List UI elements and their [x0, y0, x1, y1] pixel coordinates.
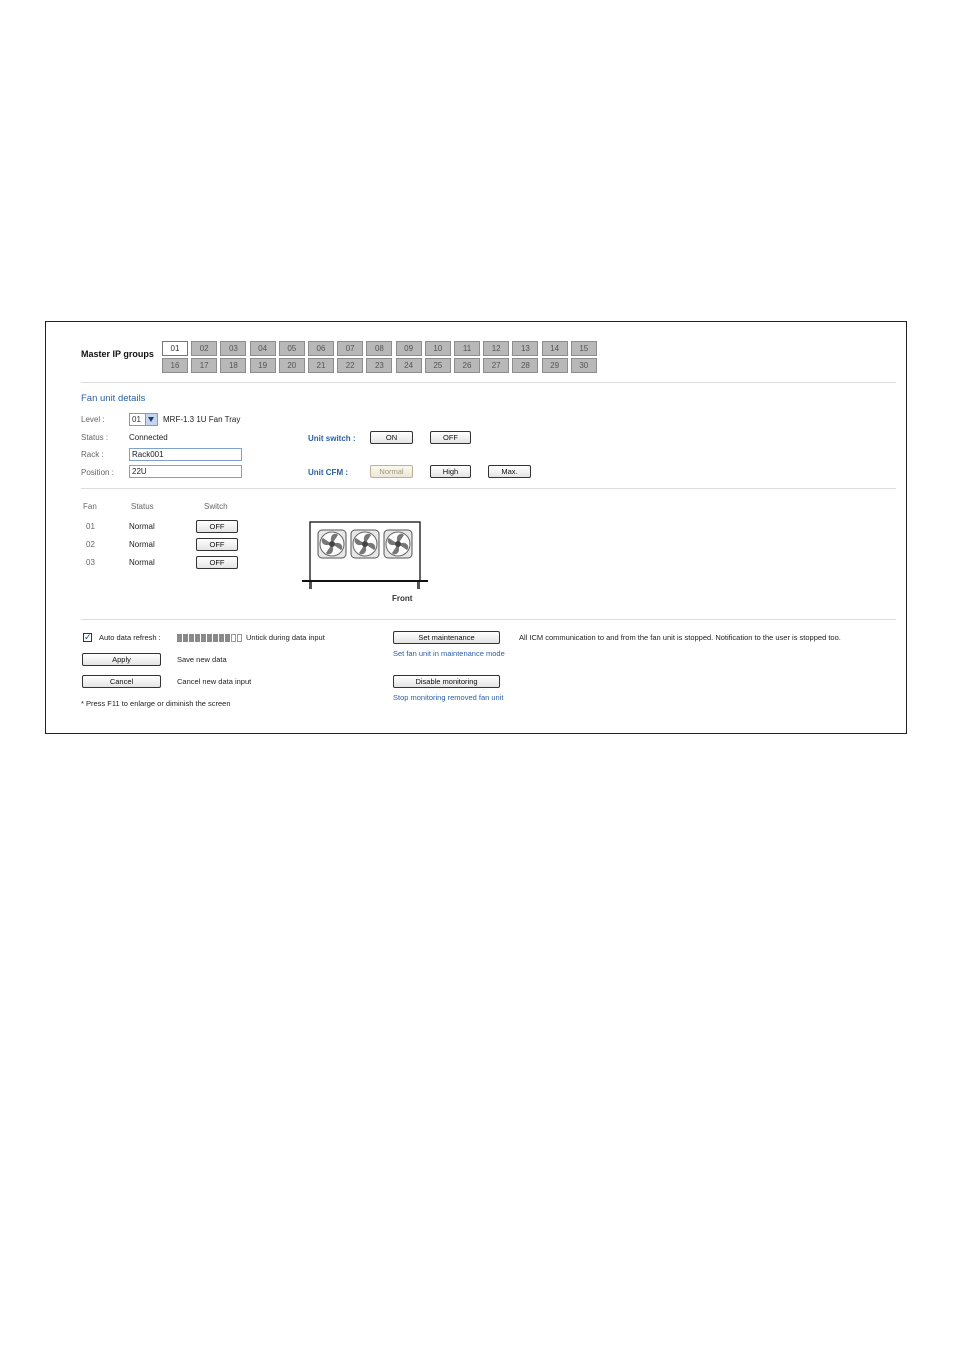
- ip-group-button-23[interactable]: 23: [366, 358, 393, 373]
- status-value: Connected: [129, 433, 168, 442]
- status-label: Status :: [81, 433, 109, 442]
- ip-group-button-09[interactable]: 09: [395, 341, 422, 356]
- progress-segment: [213, 634, 218, 642]
- ip-group-button-14[interactable]: 14: [541, 341, 568, 356]
- apply-button[interactable]: Apply: [82, 653, 161, 666]
- ip-group-button-25[interactable]: 25: [424, 358, 451, 373]
- ip-group-button-10[interactable]: 10: [424, 341, 451, 356]
- master-ip-groups-label: Master IP groups: [81, 349, 154, 359]
- ip-group-button-12[interactable]: 12: [483, 341, 510, 356]
- rack-input[interactable]: [129, 448, 242, 461]
- cancel-hint: Cancel new data input: [177, 677, 252, 686]
- fan-number: 02: [86, 540, 95, 549]
- maintenance-note: All ICM communication to and from the fa…: [519, 633, 841, 642]
- position-label: Position :: [81, 468, 114, 477]
- ip-group-button-18[interactable]: 18: [220, 358, 247, 373]
- ip-group-button-29[interactable]: 29: [541, 358, 568, 373]
- ip-group-button-26[interactable]: 26: [454, 358, 480, 373]
- fan-switch-button[interactable]: OFF: [196, 538, 238, 551]
- cfm-high-button[interactable]: High: [430, 465, 471, 478]
- fan-status: Normal: [129, 558, 155, 567]
- fan-icon: [350, 529, 380, 559]
- ip-group-button-21[interactable]: 21: [308, 358, 334, 373]
- progress-segment: [195, 634, 200, 642]
- untick-hint: Untick during data input: [246, 633, 325, 642]
- level-select[interactable]: 01: [129, 413, 158, 426]
- fan-status: Normal: [129, 540, 155, 549]
- unit-switch-on-button[interactable]: ON: [370, 431, 413, 444]
- switch-column-header: Switch: [204, 502, 228, 511]
- progress-segment: [231, 634, 236, 642]
- unit-cfm-label: Unit CFM :: [308, 468, 348, 477]
- ip-group-button-13[interactable]: 13: [512, 341, 539, 356]
- ip-group-button-15[interactable]: 15: [570, 341, 597, 356]
- fan-status: Normal: [129, 522, 155, 531]
- progress-segment: [183, 634, 188, 642]
- f11-note: * Press F11 to enlarge or diminish the s…: [81, 699, 231, 708]
- position-input[interactable]: [129, 465, 242, 478]
- cfm-normal-button[interactable]: Normal: [370, 465, 413, 478]
- ip-group-button-19[interactable]: 19: [249, 358, 276, 373]
- fan-column-header: Fan: [83, 502, 97, 511]
- progress-segment: [237, 634, 242, 642]
- fan-unit-panel: Master IP groups 01 02 03 04 05 06 07 08 09 10 11 1…: [45, 321, 907, 734]
- progress-segment: [189, 634, 194, 642]
- ip-group-button-16[interactable]: 16: [162, 358, 188, 373]
- progress-segment: [201, 634, 206, 642]
- progress-segment: [177, 634, 182, 642]
- level-label: Level :: [81, 415, 105, 424]
- ip-group-button-28[interactable]: 28: [512, 358, 539, 373]
- rack-label: Rack :: [81, 450, 104, 459]
- fan-switch-button[interactable]: OFF: [196, 520, 238, 533]
- fan-number: 01: [86, 522, 95, 531]
- ip-group-button-06[interactable]: 06: [308, 341, 334, 356]
- fan-unit-details-title: Fan unit details: [81, 393, 146, 404]
- ip-group-button-05[interactable]: 05: [278, 341, 305, 356]
- status-column-header: Status: [131, 502, 154, 511]
- divider: [81, 488, 896, 489]
- progress-segment: [207, 634, 212, 642]
- disable-monitoring-button[interactable]: Disable monitoring: [393, 675, 500, 688]
- chevron-down-icon[interactable]: [145, 414, 157, 425]
- progress-segment: [225, 634, 230, 642]
- ip-group-button-20[interactable]: 20: [278, 358, 305, 373]
- auto-refresh-label: Auto data refresh :: [99, 633, 161, 642]
- fan-model-text: MRF-1.3 1U Fan Tray: [163, 415, 241, 424]
- cfm-max-button[interactable]: Max.: [488, 465, 531, 478]
- ip-group-button-30[interactable]: 30: [570, 358, 597, 373]
- divider: [81, 619, 896, 620]
- ip-group-button-01[interactable]: 01: [162, 341, 188, 356]
- set-maintenance-link[interactable]: Set fan unit in maintenance mode: [393, 649, 505, 658]
- ip-group-button-08[interactable]: 08: [366, 341, 393, 356]
- divider: [81, 382, 896, 383]
- level-select-value: 01: [132, 415, 141, 424]
- ip-group-button-04[interactable]: 04: [249, 341, 276, 356]
- unit-switch-label: Unit switch :: [308, 434, 356, 443]
- ip-group-button-22[interactable]: 22: [337, 358, 364, 373]
- apply-hint: Save new data: [177, 655, 227, 664]
- front-label: Front: [392, 594, 413, 603]
- fan-switch-button[interactable]: OFF: [196, 556, 238, 569]
- progress-segment: [219, 634, 224, 642]
- ip-group-button-27[interactable]: 27: [483, 358, 510, 373]
- disable-monitoring-link[interactable]: Stop monitoring removed fan unit: [393, 693, 503, 702]
- auto-refresh-checkbox[interactable]: ✓: [83, 633, 92, 642]
- cancel-button[interactable]: Cancel: [82, 675, 161, 688]
- refresh-progress-bar: [177, 634, 242, 642]
- ip-group-button-24[interactable]: 24: [395, 358, 422, 373]
- ip-group-button-17[interactable]: 17: [191, 358, 218, 373]
- fan-number: 03: [86, 558, 95, 567]
- ip-group-button-03[interactable]: 03: [220, 341, 247, 356]
- fan-icon: [317, 529, 347, 559]
- set-maintenance-button[interactable]: Set maintenance: [393, 631, 500, 644]
- fan-icon: [383, 529, 413, 559]
- fan-tray-diagram: [302, 521, 428, 589]
- ip-group-button-11[interactable]: 11: [454, 341, 480, 356]
- unit-switch-off-button[interactable]: OFF: [430, 431, 471, 444]
- ip-group-button-02[interactable]: 02: [191, 341, 218, 356]
- ip-group-button-07[interactable]: 07: [337, 341, 364, 356]
